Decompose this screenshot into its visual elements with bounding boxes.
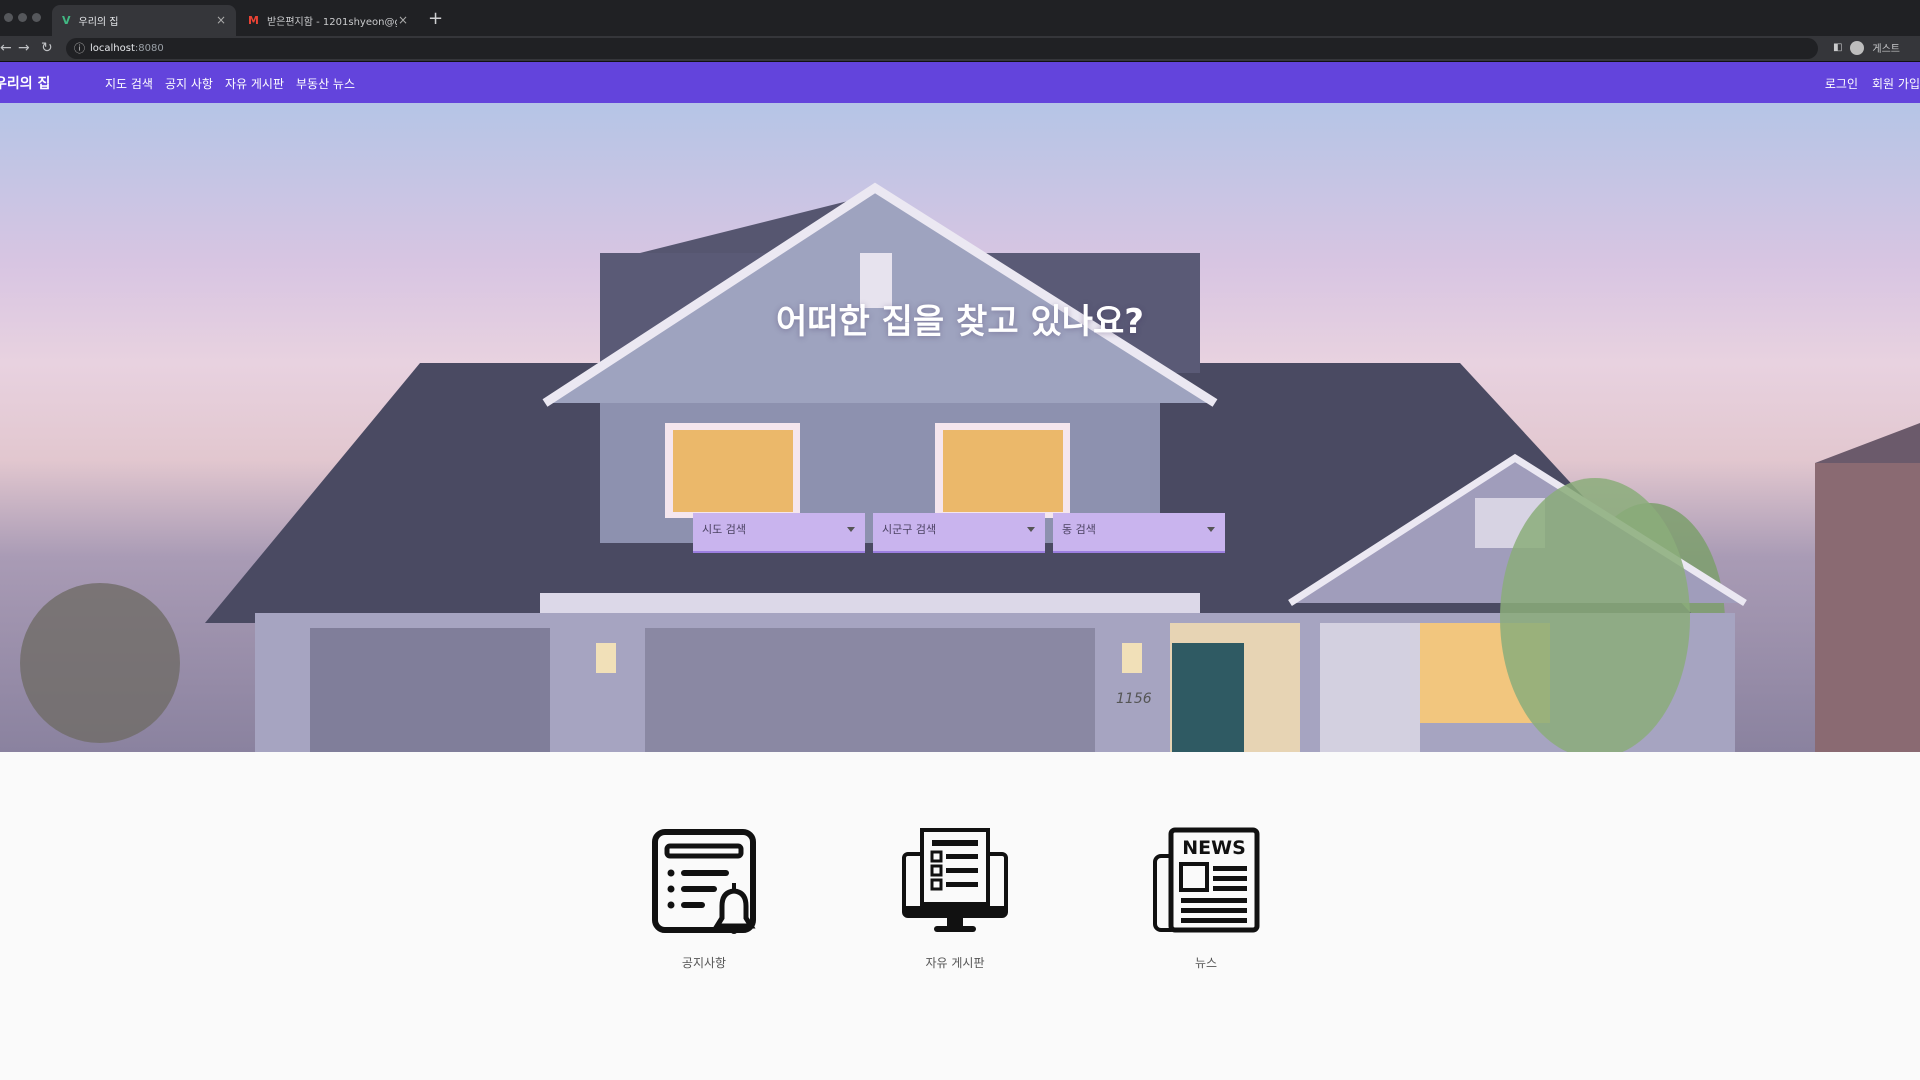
url-port: :8080 bbox=[134, 43, 164, 54]
news-icon-text: NEWS bbox=[1182, 837, 1246, 859]
brand-logo[interactable]: 우리의 집 bbox=[0, 73, 50, 93]
browser-tab-bar: V 우리의 집 × M 받은편지함 - 1201shyeon@gmail × + bbox=[0, 0, 1920, 36]
browser-tab-gmail[interactable]: M 받은편지함 - 1201shyeon@gmail × bbox=[238, 5, 418, 36]
feature-news-label: 뉴스 bbox=[1194, 956, 1218, 970]
reload-icon[interactable]: ↻ bbox=[41, 40, 53, 56]
vue-icon: V bbox=[62, 14, 71, 27]
notice-bell-icon bbox=[652, 829, 756, 934]
info-icon[interactable]: ⓘ bbox=[74, 38, 85, 59]
newspaper-icon: NEWS bbox=[1153, 827, 1260, 933]
url-host: localhost bbox=[90, 43, 135, 54]
avatar[interactable] bbox=[1850, 40, 1865, 55]
browser-tab-active[interactable]: V 우리의 집 × bbox=[52, 5, 236, 36]
feature-notice-label: 공지사항 bbox=[681, 956, 727, 970]
browser-toolbar: ← → ↻ ⓘ localhost:8080 ◧ 게스트 bbox=[0, 36, 1920, 61]
close-icon[interactable]: × bbox=[216, 13, 226, 27]
tab-title: 우리의 집 bbox=[78, 17, 119, 28]
board-monitor-icon bbox=[902, 828, 1008, 932]
gmail-icon: M bbox=[248, 14, 259, 27]
close-icon[interactable]: × bbox=[398, 13, 408, 27]
forward-icon[interactable]: → bbox=[18, 40, 30, 56]
back-icon[interactable]: ← bbox=[0, 40, 12, 56]
nav-notice[interactable]: 공지 사항 bbox=[165, 75, 213, 92]
tab-title: 받은편지함 - 1201shyeon@gmail bbox=[266, 17, 397, 28]
nav-real-estate-news[interactable]: 부동산 뉴스 bbox=[296, 75, 355, 92]
address-number-plaque: 1156 bbox=[1116, 691, 1152, 707]
window-minimize-dot[interactable] bbox=[18, 13, 27, 22]
window-close-dot[interactable] bbox=[4, 13, 13, 22]
auth-links: 로그인 회원 가입 bbox=[1825, 75, 1920, 92]
dong-select-placeholder: 동 검색 bbox=[1062, 523, 1096, 536]
login-link[interactable]: 로그인 bbox=[1825, 75, 1858, 92]
chevron-down-icon bbox=[1207, 527, 1215, 532]
sido-select[interactable]: 시도 검색 bbox=[693, 513, 865, 553]
chevron-down-icon bbox=[847, 527, 855, 532]
sidepanel-icon[interactable]: ◧ bbox=[1833, 42, 1842, 53]
hero-title: 어떠한 집을 찾고 있나요? bbox=[775, 302, 1145, 342]
sigungu-select-placeholder: 시군구 검색 bbox=[882, 523, 937, 536]
window-zoom-dot[interactable] bbox=[32, 13, 41, 22]
new-tab-button[interactable]: + bbox=[428, 8, 443, 29]
feature-free-board-label: 자유 게시판 bbox=[925, 956, 985, 970]
house-hero-image bbox=[20, 182, 1920, 752]
signup-link[interactable]: 회원 가입 bbox=[1872, 75, 1920, 92]
dong-select[interactable]: 동 검색 bbox=[1053, 513, 1225, 553]
chevron-down-icon bbox=[1027, 527, 1035, 532]
feature-free-board[interactable]: 자유 게시판 bbox=[890, 826, 1020, 971]
sido-select-placeholder: 시도 검색 bbox=[702, 523, 746, 536]
sigungu-select[interactable]: 시군구 검색 bbox=[873, 513, 1045, 553]
app-navbar: 우리의 집 지도 검색 공지 사항 자유 게시판 부동산 뉴스 로그인 회원 가… bbox=[0, 62, 1920, 103]
feature-notice[interactable]: 공지사항 bbox=[639, 826, 769, 971]
nav-links: 지도 검색 공지 사항 자유 게시판 부동산 뉴스 bbox=[105, 75, 355, 92]
url-bar[interactable]: ⓘ localhost:8080 bbox=[66, 38, 1818, 59]
nav-free-board[interactable]: 자유 게시판 bbox=[225, 75, 284, 92]
nav-map-search[interactable]: 지도 검색 bbox=[105, 75, 153, 92]
hero-section: 어떠한 집을 찾고 있나요? 1156 시도 검색 시군구 검색 동 검색 bbox=[0, 103, 1920, 752]
feature-news[interactable]: NEWS 뉴스 bbox=[1141, 826, 1271, 971]
profile-label[interactable]: 게스트 bbox=[1872, 40, 1900, 55]
